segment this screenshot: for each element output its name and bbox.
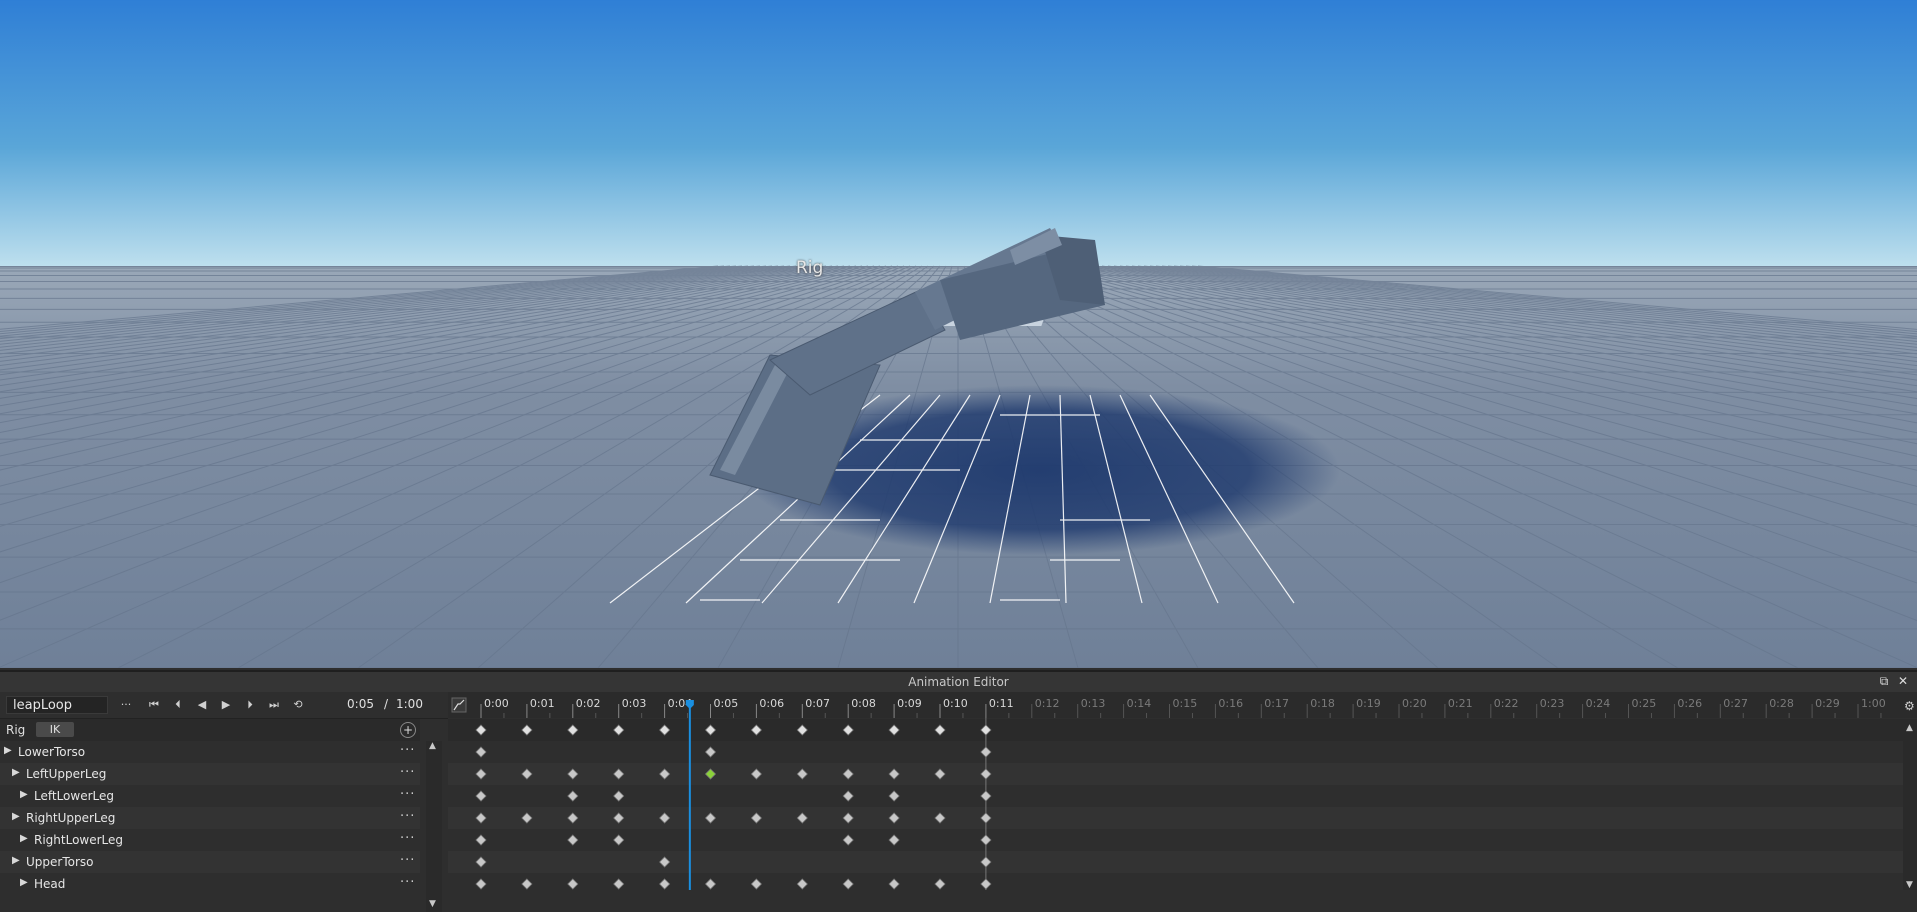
scroll-down-icon[interactable]: ▼ (429, 899, 436, 909)
track-menu-icon[interactable]: ··· (400, 743, 415, 758)
timeline-label: 0:09 (897, 697, 922, 710)
track-list-panel: leapLoop ··· ⏮ ⏴ ◀ ▶ ⏵ ⏭ ⟲ 0:05 / 1:00 Rig IK … (0, 692, 448, 912)
timeline-label: 0:29 (1815, 697, 1840, 710)
track-name: RightLowerLeg (34, 833, 124, 847)
timeline-label: 0:06 (759, 697, 784, 710)
timeline-label: 0:10 (943, 697, 968, 710)
track-name: RightUpperLeg (26, 811, 116, 825)
timeline-label: 0:18 (1310, 697, 1335, 710)
timeline-canvas[interactable]: 0:00 0:01 0:02 0:03 0:04 0:05 0:06 0:07 0:08 0:09… (448, 692, 1917, 890)
track-row[interactable]: ▶ LeftLowerLeg ··· (0, 785, 420, 807)
timeline-label: 0:17 (1264, 697, 1289, 710)
scroll-up-icon[interactable]: ▲ (429, 741, 436, 751)
timeline-label: 0:11 (989, 697, 1014, 710)
skip-to-end-button[interactable]: ⏭ (264, 696, 284, 714)
track-row[interactable]: ▶ LeftUpperLeg ··· (0, 763, 420, 785)
editor-title: Animation Editor (908, 675, 1009, 689)
rig-row: Rig IK + (0, 719, 420, 741)
timeline-label: 0:26 (1677, 697, 1702, 710)
timeline-label: 1:00 (1861, 697, 1886, 710)
track-menu-icon[interactable]: ··· (400, 875, 415, 890)
track-menu-icon[interactable]: ··· (400, 787, 415, 802)
expand-arrow-icon[interactable]: ▶ (20, 833, 28, 844)
rig-label: Rig (6, 723, 26, 737)
more-icon[interactable]: ··· (116, 696, 136, 714)
end-time-field[interactable]: 1:00 (396, 697, 432, 711)
track-name: LeftUpperLeg (26, 767, 107, 781)
track-row[interactable]: ▶ RightUpperLeg ··· (0, 807, 420, 829)
track-menu-icon[interactable]: ··· (400, 765, 415, 780)
time-separator: / (384, 697, 389, 711)
expand-arrow-icon[interactable]: ▶ (12, 767, 20, 778)
next-keyframe-button[interactable]: ⏵ (240, 696, 260, 714)
dope-sheet[interactable]: 0:00 0:01 0:02 0:03 0:04 0:05 0:06 0:07 0:08 0:09… (448, 692, 1917, 890)
track-name: Head (34, 877, 66, 891)
track-list-scrollbar[interactable]: ▲ ▼ (426, 741, 442, 912)
undock-icon[interactable]: ⧉ (1877, 674, 1891, 688)
timeline-label: 0:02 (576, 697, 601, 710)
timeline-label: 0:20 (1402, 697, 1427, 710)
timeline-label: 0:16 (1218, 697, 1243, 710)
settings-gear-icon[interactable]: ⚙ (1904, 699, 1915, 713)
timeline-label: 0:25 (1632, 697, 1657, 710)
track-menu-icon[interactable]: ··· (400, 809, 415, 824)
timeline-label: 0:07 (805, 697, 830, 710)
timeline-label: 0:14 (1127, 697, 1152, 710)
track-menu-icon[interactable]: ··· (400, 831, 415, 846)
timeline-label: 0:05 (714, 697, 739, 710)
animation-name-field[interactable]: leapLoop (6, 696, 108, 714)
prev-keyframe-button[interactable]: ⏴ (168, 696, 188, 714)
track-row[interactable]: ▶ UpperTorso ··· (0, 851, 420, 873)
timeline-label: 0:08 (851, 697, 876, 710)
timeline-label: 0:13 (1081, 697, 1106, 710)
timeline-label: 0:00 (484, 697, 509, 710)
skip-to-start-button[interactable]: ⏮ (144, 696, 164, 714)
timeline-label: 0:21 (1448, 697, 1473, 710)
timeline-label: 0:03 (622, 697, 647, 710)
rig-name-label: Rig (796, 258, 824, 278)
track-name: UpperTorso (26, 855, 94, 869)
track-menu-icon[interactable]: ··· (400, 853, 415, 868)
track-row[interactable]: ▶ LowerTorso ··· (0, 741, 420, 763)
timeline-label: 0:24 (1586, 697, 1611, 710)
timeline-label: 0:22 (1494, 697, 1519, 710)
timeline-label: 0:01 (530, 697, 555, 710)
timeline-scroll-down-icon[interactable]: ▼ (1906, 880, 1913, 890)
timeline-label: 0:15 (1173, 697, 1198, 710)
timeline-scroll-up-icon[interactable]: ▲ (1906, 723, 1913, 733)
curve-editor-toggle[interactable] (451, 697, 467, 713)
timeline-label: 0:19 (1356, 697, 1381, 710)
timeline-label: 0:23 (1540, 697, 1565, 710)
timeline-label: 0:28 (1769, 697, 1794, 710)
expand-arrow-icon[interactable]: ▶ (4, 745, 12, 756)
animation-editor-titlebar[interactable]: Animation Editor ⧉ ✕ (0, 670, 1917, 693)
timeline-label: 0:12 (1035, 697, 1060, 710)
current-time-field[interactable]: 0:05 (334, 697, 374, 711)
track-name: LowerTorso (18, 745, 86, 759)
timeline-label: 0:27 (1723, 697, 1748, 710)
add-track-button[interactable]: + (400, 722, 416, 738)
expand-arrow-icon[interactable]: ▶ (12, 855, 20, 866)
animation-editor: Animation Editor ⧉ ✕ leapLoop ··· ⏮ ⏴ ◀ ▶ ⏵ ⏭… (0, 670, 1917, 912)
play-button[interactable]: ▶ (216, 696, 236, 714)
expand-arrow-icon[interactable]: ▶ (20, 789, 28, 800)
timeline-scrollbar[interactable] (1903, 719, 1917, 890)
track-row[interactable]: ▶ Head ··· (0, 873, 420, 895)
ik-button[interactable]: IK (36, 722, 74, 737)
play-reverse-button[interactable]: ◀ (192, 696, 212, 714)
expand-arrow-icon[interactable]: ▶ (20, 877, 28, 888)
track-name: LeftLowerLeg (34, 789, 114, 803)
3d-viewport[interactable]: Rig (0, 0, 1917, 668)
expand-arrow-icon[interactable]: ▶ (12, 811, 20, 822)
track-row[interactable]: ▶ RightLowerLeg ··· (0, 829, 420, 851)
playback-controls: leapLoop ··· ⏮ ⏴ ◀ ▶ ⏵ ⏭ ⟲ 0:05 / 1:00 (0, 692, 448, 719)
close-icon[interactable]: ✕ (1896, 674, 1910, 688)
loop-button[interactable]: ⟲ (288, 696, 308, 714)
scene-render (0, 0, 1917, 668)
